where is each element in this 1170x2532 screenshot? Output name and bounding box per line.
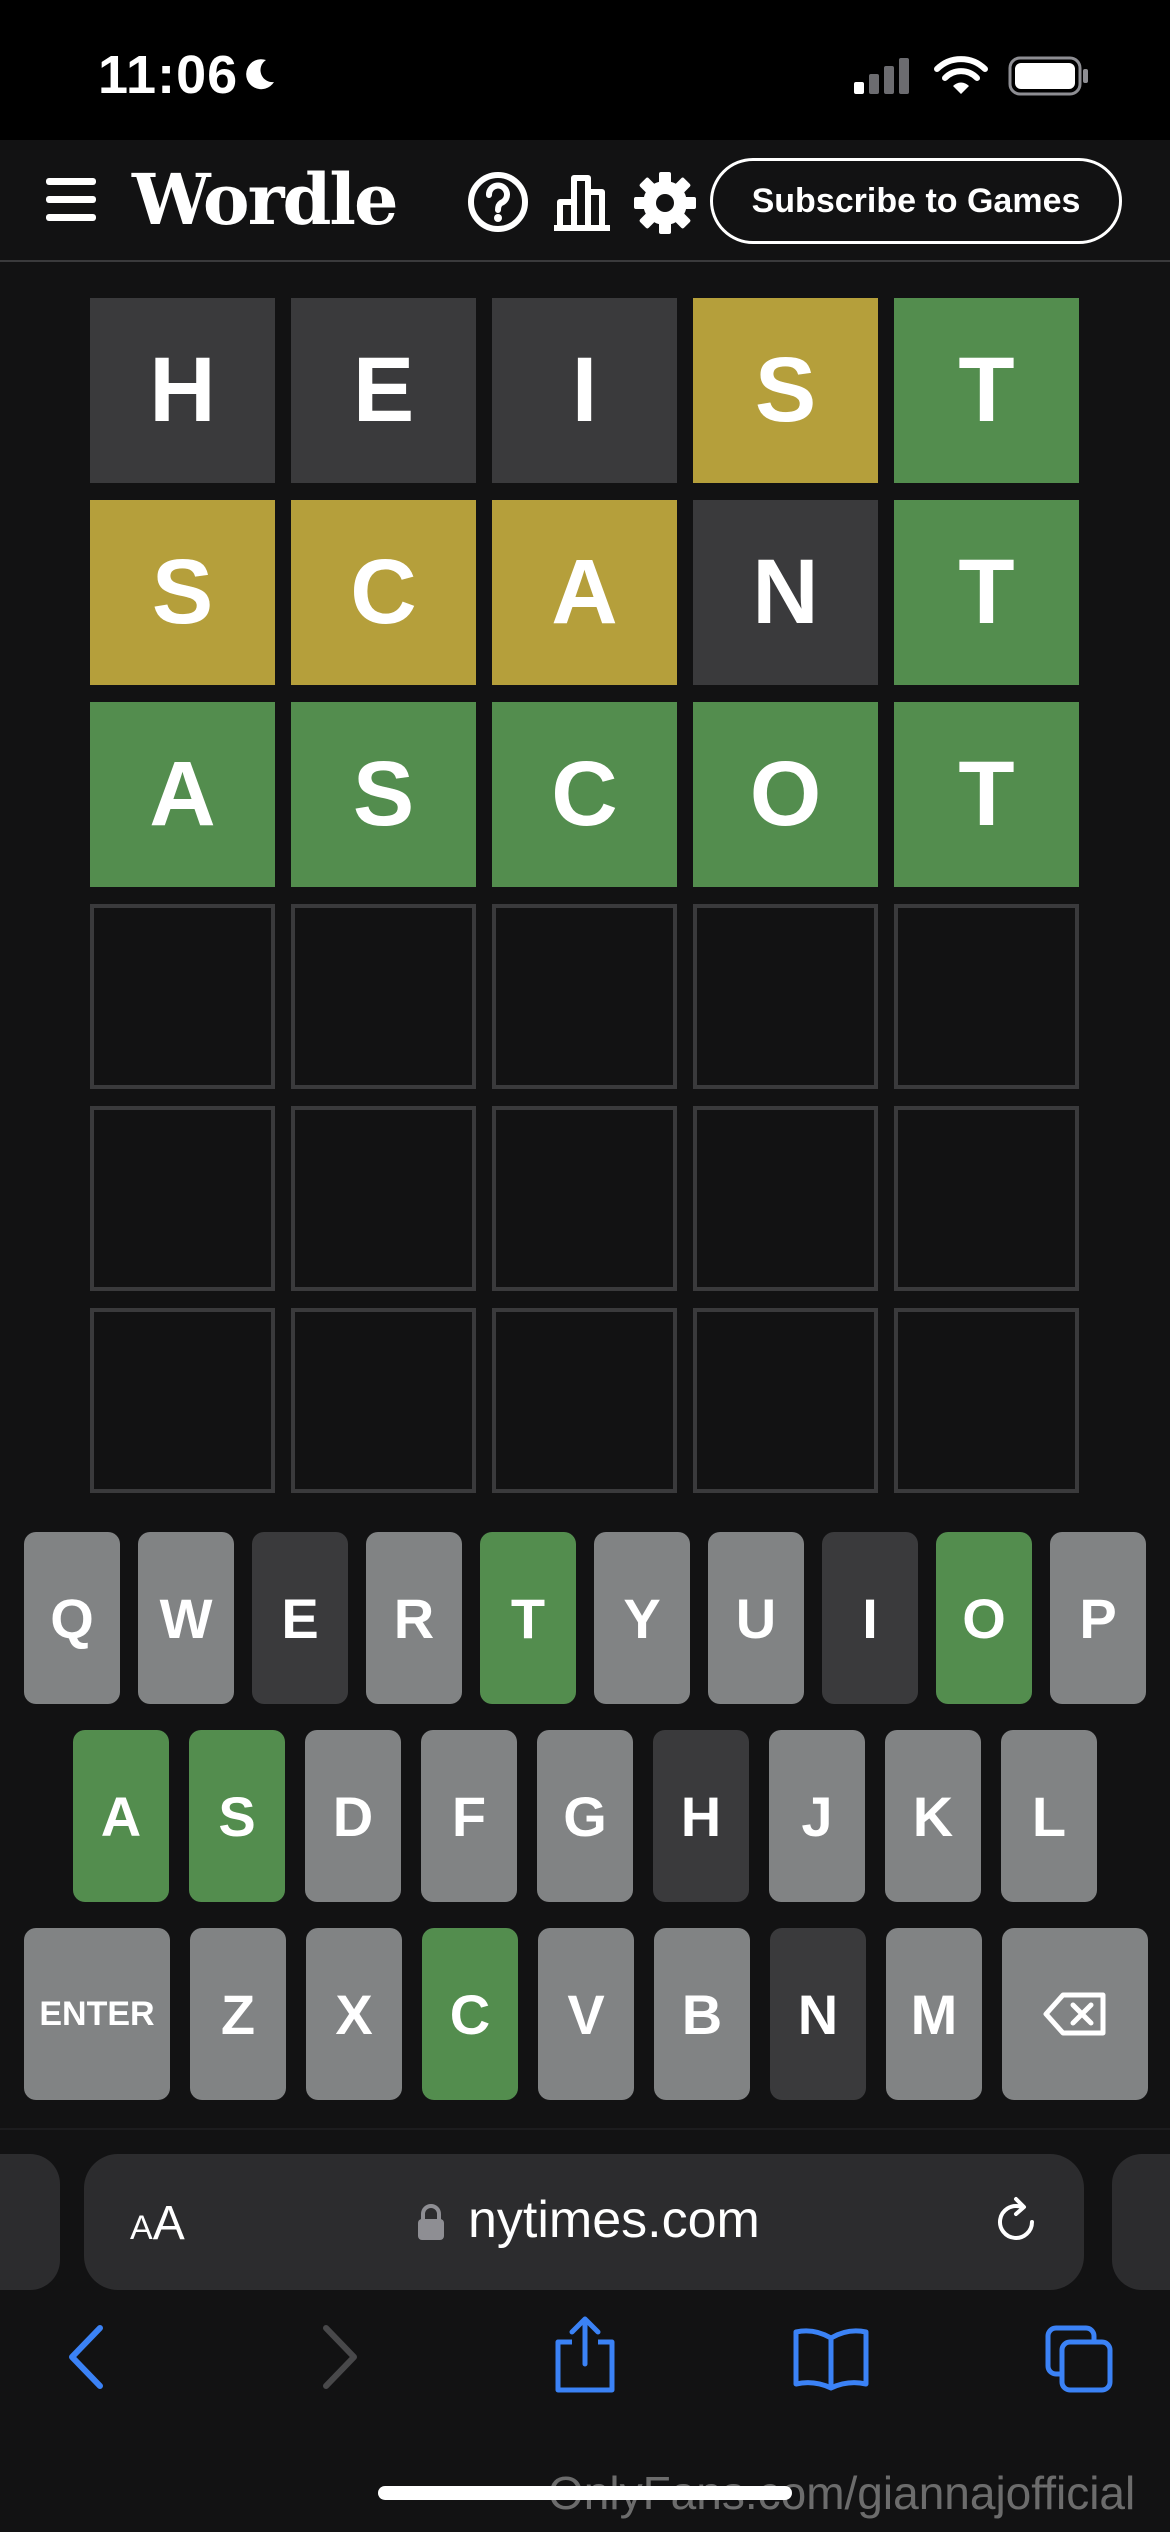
key-p[interactable]: P xyxy=(1050,1532,1146,1704)
key-l[interactable]: L xyxy=(1001,1730,1097,1902)
key-k[interactable]: K xyxy=(885,1730,981,1902)
backspace-icon xyxy=(1043,1992,1106,2036)
empty-tile xyxy=(894,1308,1079,1493)
empty-tile xyxy=(693,904,878,1089)
next-tab-preview[interactable] xyxy=(1112,2154,1170,2290)
key-j[interactable]: J xyxy=(769,1730,865,1902)
tile-correct: T xyxy=(894,500,1079,685)
help-icon[interactable] xyxy=(466,170,530,234)
key-w[interactable]: W xyxy=(138,1532,234,1704)
key-t[interactable]: T xyxy=(480,1532,576,1704)
empty-tile xyxy=(492,1106,677,1291)
lock-icon xyxy=(418,2204,444,2240)
tile-absent: E xyxy=(291,298,476,483)
tile-correct: T xyxy=(894,702,1079,887)
key-c[interactable]: C xyxy=(422,1928,518,2100)
key-r[interactable]: R xyxy=(366,1532,462,1704)
tabs-icon[interactable] xyxy=(1044,2324,1114,2394)
home-indicator xyxy=(378,2486,792,2500)
status-time: 11:06 xyxy=(98,45,239,105)
backspace-key[interactable] xyxy=(1002,1928,1148,2100)
empty-tile xyxy=(693,1106,878,1291)
tile-correct: C xyxy=(492,702,677,887)
hamburger-menu-icon[interactable] xyxy=(44,174,100,226)
key-e[interactable]: E xyxy=(252,1532,348,1704)
key-z[interactable]: Z xyxy=(190,1928,286,2100)
moon-icon xyxy=(246,59,274,90)
key-v[interactable]: V xyxy=(538,1928,634,2100)
tile-absent: N xyxy=(693,500,878,685)
key-b[interactable]: B xyxy=(654,1928,750,2100)
reload-icon[interactable] xyxy=(990,2196,1042,2248)
wifi-icon xyxy=(934,56,988,94)
back-chevron-icon[interactable] xyxy=(64,2322,110,2392)
key-x[interactable]: X xyxy=(306,1928,402,2100)
tile-absent: I xyxy=(492,298,677,483)
forward-chevron-icon[interactable] xyxy=(316,2322,362,2392)
key-q[interactable]: Q xyxy=(24,1532,120,1704)
board-row: SCANT xyxy=(90,500,1080,685)
key-h[interactable]: H xyxy=(653,1730,749,1902)
reader-settings-button[interactable]: AA xyxy=(130,2196,185,2251)
board-row: HEIST xyxy=(90,298,1080,483)
key-s[interactable]: S xyxy=(189,1730,285,1902)
keyboard-row: ASDFGHJKL xyxy=(0,1730,1170,1902)
status-bar: 11:06 xyxy=(0,0,1170,140)
key-n[interactable]: N xyxy=(770,1928,866,2100)
empty-tile xyxy=(492,1308,677,1493)
bookmarks-icon[interactable] xyxy=(792,2326,870,2392)
url-text: nytimes.com xyxy=(468,2191,760,2249)
enter-key[interactable]: ENTER xyxy=(24,1928,170,2100)
board-row xyxy=(90,1308,1080,1493)
empty-tile xyxy=(693,1308,878,1493)
keyboard-row: QWERTYUIOP xyxy=(0,1532,1170,1704)
key-d[interactable]: D xyxy=(305,1730,401,1902)
tile-correct: O xyxy=(693,702,878,887)
empty-tile xyxy=(894,1106,1079,1291)
tile-present: S xyxy=(693,298,878,483)
address-bar[interactable]: AA nytimes.com xyxy=(84,2154,1084,2290)
game-header: Wordle Subscribe to Games xyxy=(0,140,1170,262)
empty-tile xyxy=(291,1308,476,1493)
tile-correct: T xyxy=(894,298,1079,483)
key-o[interactable]: O xyxy=(936,1532,1032,1704)
tile-correct: A xyxy=(90,702,275,887)
aa-large: A xyxy=(152,2197,185,2250)
tile-present: A xyxy=(492,500,677,685)
wordle-logo: Wordle xyxy=(132,158,399,241)
empty-tile xyxy=(291,1106,476,1291)
aa-small: A xyxy=(130,2209,153,2247)
board-row xyxy=(90,904,1080,1089)
tile-correct: S xyxy=(291,702,476,887)
key-m[interactable]: M xyxy=(886,1928,982,2100)
key-g[interactable]: G xyxy=(537,1730,633,1902)
settings-gear-icon[interactable] xyxy=(632,170,698,236)
share-icon[interactable] xyxy=(550,2314,620,2394)
key-u[interactable]: U xyxy=(708,1532,804,1704)
key-i[interactable]: I xyxy=(822,1532,918,1704)
empty-tile xyxy=(90,904,275,1089)
board-row xyxy=(90,1106,1080,1291)
cellular-signal-icon xyxy=(854,58,909,94)
tile-present: S xyxy=(90,500,275,685)
keyboard-row: ENTER Z X C V B N M xyxy=(0,1928,1170,2100)
empty-tile xyxy=(894,904,1079,1089)
key-f[interactable]: F xyxy=(421,1730,517,1902)
battery-icon xyxy=(1008,56,1088,96)
empty-tile xyxy=(291,904,476,1089)
tile-absent: H xyxy=(90,298,275,483)
statistics-icon[interactable] xyxy=(550,172,614,232)
wordle-page: 11:06 Wordle Subscribe to Games H E I S … xyxy=(0,0,1170,2532)
subscribe-button[interactable]: Subscribe to Games xyxy=(710,158,1122,244)
board-row: ASCOT xyxy=(90,702,1080,887)
game-board: HEISTSCANTASCOT xyxy=(90,298,1080,1510)
empty-tile xyxy=(90,1106,275,1291)
previous-tab-preview[interactable] xyxy=(0,2154,60,2290)
empty-tile xyxy=(90,1308,275,1493)
key-a[interactable]: A xyxy=(73,1730,169,1902)
tile-present: C xyxy=(291,500,476,685)
empty-tile xyxy=(492,904,677,1089)
key-y[interactable]: Y xyxy=(594,1532,690,1704)
